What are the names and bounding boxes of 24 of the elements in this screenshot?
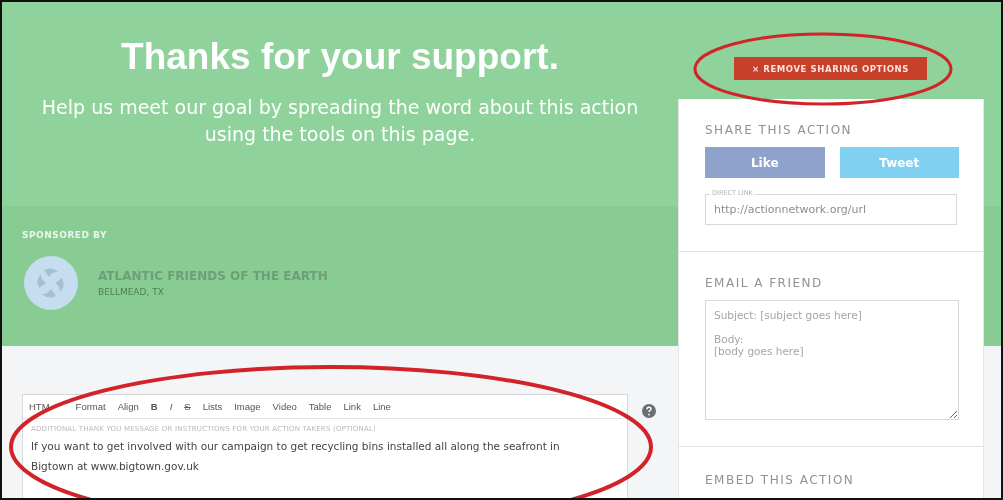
link-text: http://actionnetwork.org/url [714, 203, 867, 216]
page-title: Thanks for your support. [120, 36, 560, 78]
organization-logo-icon [24, 256, 78, 310]
toolbar-button[interactable]: Video [266, 399, 303, 414]
organization-location: BELLMEAD, TX [98, 287, 165, 297]
toolbar-button[interactable]: Lists [196, 399, 229, 414]
remove-sharing-button[interactable]: × REMOVE SHARING OPTIONS [734, 57, 927, 80]
section-heading: SHARE THIS ACTION [705, 123, 854, 137]
email-field[interactable]: Subject: [subject goes here] Body: [body goes here] [705, 300, 959, 420]
toolbar-button[interactable]: S [178, 399, 197, 414]
toolbar-button[interactable]: Line [366, 399, 397, 414]
section-heading: EMAIL A FRIEND [705, 276, 824, 290]
toolbar-button[interactable]: B [144, 399, 164, 414]
toolbar-button[interactable]: Table [302, 399, 338, 414]
page-subtitle: Help us meet our goal by spreading the word about this action using the tools on this page. [40, 95, 640, 147]
message-text[interactable]: If you want to get involved with our campaign to get recycling bins installed all along the seafront in Bigtown at www.bigtown.gov.uk [23, 436, 599, 476]
toolbar-button[interactable]: Image [228, 399, 267, 414]
toolbar-button[interactable]: Align [111, 399, 145, 414]
sponsor-label: SPONSORED BY [22, 230, 108, 240]
section-heading: EMBED THIS ACTION [705, 473, 856, 487]
toolbar-button[interactable]: Format [69, 399, 112, 414]
toolbar-button[interactable]: I [163, 399, 179, 414]
help-icon[interactable] [642, 404, 656, 418]
toolbar-button[interactable]: Link [337, 399, 367, 414]
